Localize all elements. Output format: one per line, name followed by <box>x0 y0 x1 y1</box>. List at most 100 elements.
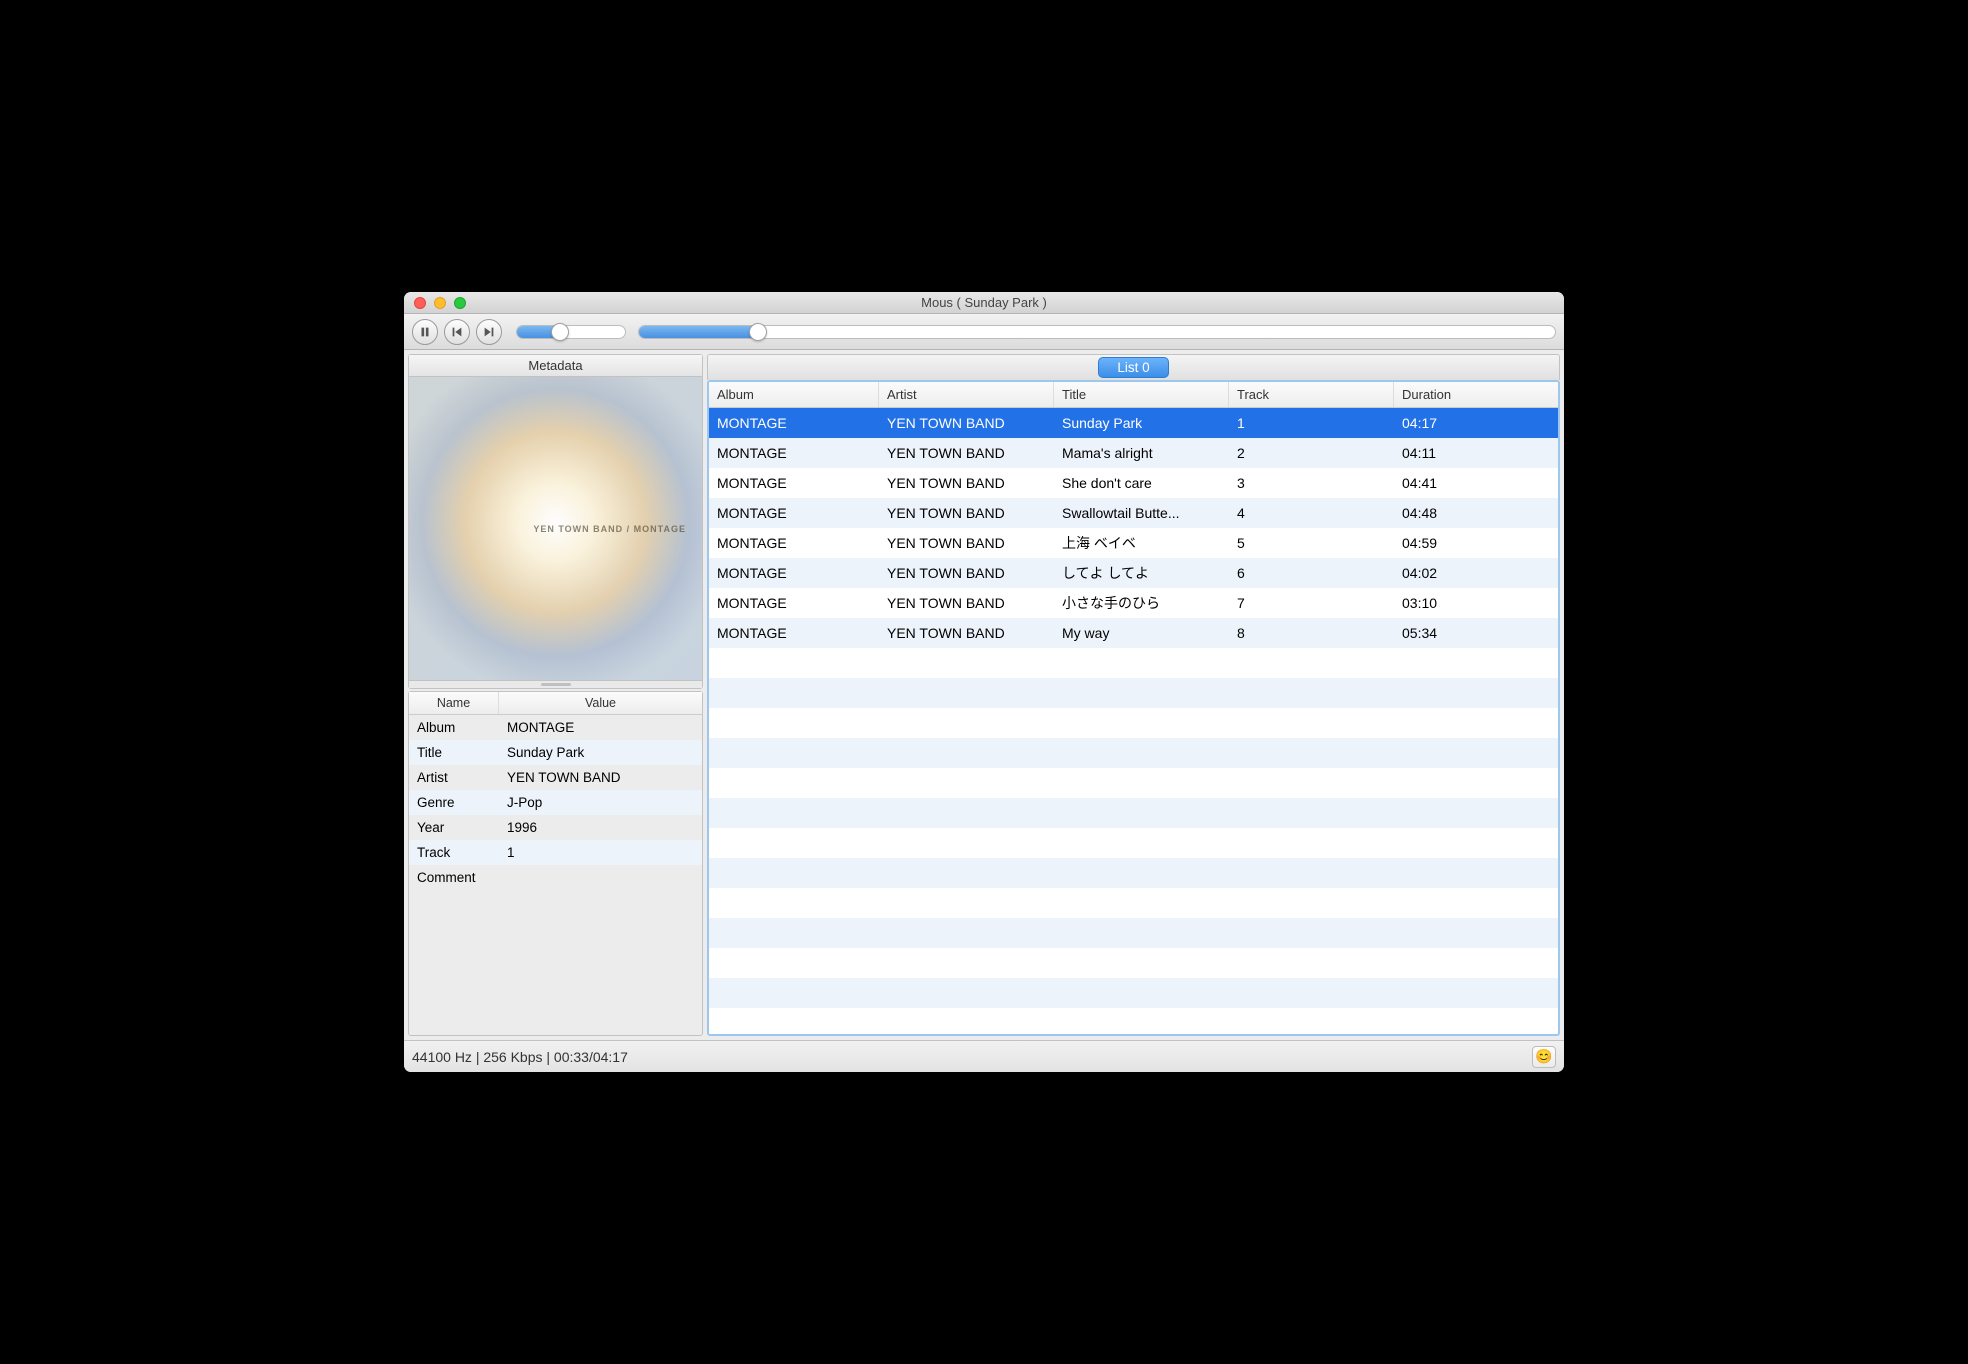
meta-cell-name: Year <box>409 815 499 840</box>
playlist-row <box>709 828 1558 858</box>
meta-row[interactable]: Track1 <box>409 840 702 865</box>
playlist-row[interactable]: MONTAGEYEN TOWN BANDしてよ してよ604:02 <box>709 558 1558 588</box>
meta-col-value[interactable]: Value <box>499 692 702 714</box>
cell-track: 7 <box>1229 595 1394 611</box>
col-title[interactable]: Title <box>1054 382 1229 407</box>
meta-cell-value: Sunday Park <box>499 740 702 765</box>
playlist-row[interactable]: MONTAGEYEN TOWN BAND上海 ベイベ504:59 <box>709 528 1558 558</box>
meta-cell-name: Comment <box>409 865 499 890</box>
cell-album: MONTAGE <box>709 505 879 521</box>
cell-track: 3 <box>1229 475 1394 491</box>
meta-cell-name: Title <box>409 740 499 765</box>
playlist-row <box>709 648 1558 678</box>
window-title: Mous ( Sunday Park ) <box>404 295 1564 310</box>
playlist-row[interactable]: MONTAGEYEN TOWN BANDMy way805:34 <box>709 618 1558 648</box>
meta-row[interactable]: ArtistYEN TOWN BAND <box>409 765 702 790</box>
cell-artist: YEN TOWN BAND <box>879 535 1054 551</box>
playlist-row[interactable]: MONTAGEYEN TOWN BAND小さな手のひら703:10 <box>709 588 1558 618</box>
zoom-icon[interactable] <box>454 297 466 309</box>
col-duration[interactable]: Duration <box>1394 382 1558 407</box>
playlist-row <box>709 738 1558 768</box>
cell-artist: YEN TOWN BAND <box>879 625 1054 641</box>
close-icon[interactable] <box>414 297 426 309</box>
meta-cell-value: 1 <box>499 840 702 865</box>
previous-button[interactable] <box>444 319 470 345</box>
meta-row[interactable]: GenreJ-Pop <box>409 790 702 815</box>
playlist-row <box>709 918 1558 948</box>
cell-title: Swallowtail Butte... <box>1054 505 1229 521</box>
meta-cell-value <box>499 865 702 890</box>
playlist-row <box>709 798 1558 828</box>
toolbar <box>404 314 1564 350</box>
cell-track: 8 <box>1229 625 1394 641</box>
statusbar: 44100 Hz | 256 Kbps | 00:33/04:17 😊 <box>404 1040 1564 1072</box>
cell-album: MONTAGE <box>709 565 879 581</box>
pause-button[interactable] <box>412 319 438 345</box>
cell-title: My way <box>1054 625 1229 641</box>
minimize-icon[interactable] <box>434 297 446 309</box>
playlist-row <box>709 678 1558 708</box>
meta-row[interactable]: AlbumMONTAGE <box>409 715 702 740</box>
col-artist[interactable]: Artist <box>879 382 1054 407</box>
cell-album: MONTAGE <box>709 445 879 461</box>
metadata-table: Name Value AlbumMONTAGETitleSunday ParkA… <box>408 691 703 1036</box>
meta-cell-name: Artist <box>409 765 499 790</box>
cell-duration: 04:59 <box>1394 535 1558 551</box>
cell-title: Sunday Park <box>1054 415 1229 431</box>
cell-track: 2 <box>1229 445 1394 461</box>
cell-duration: 04:41 <box>1394 475 1558 491</box>
cell-duration: 04:02 <box>1394 565 1558 581</box>
cell-album: MONTAGE <box>709 595 879 611</box>
meta-cell-value: YEN TOWN BAND <box>499 765 702 790</box>
volume-slider[interactable] <box>516 325 626 339</box>
album-art: YEN TOWN BAND / MONTAGE <box>409 377 702 680</box>
splitter-handle[interactable] <box>409 680 702 688</box>
cell-duration: 03:10 <box>1394 595 1558 611</box>
next-button[interactable] <box>476 319 502 345</box>
playlist-row[interactable]: MONTAGEYEN TOWN BANDSwallowtail Butte...… <box>709 498 1558 528</box>
cell-artist: YEN TOWN BAND <box>879 595 1054 611</box>
cell-duration: 04:48 <box>1394 505 1558 521</box>
meta-col-name[interactable]: Name <box>409 692 499 714</box>
col-track[interactable]: Track <box>1229 382 1394 407</box>
playlist-row <box>709 708 1558 738</box>
meta-cell-value: J-Pop <box>499 790 702 815</box>
cell-artist: YEN TOWN BAND <box>879 475 1054 491</box>
col-album[interactable]: Album <box>709 382 879 407</box>
progress-slider[interactable] <box>638 325 1556 339</box>
meta-row[interactable]: Comment <box>409 865 702 890</box>
tab-list-0[interactable]: List 0 <box>1098 357 1168 378</box>
cell-album: MONTAGE <box>709 625 879 641</box>
emoji-button[interactable]: 😊 <box>1532 1046 1556 1068</box>
playlist-row[interactable]: MONTAGEYEN TOWN BANDSunday Park104:17 <box>709 408 1558 438</box>
metadata-header: Metadata <box>409 355 702 377</box>
meta-cell-name: Genre <box>409 790 499 815</box>
cell-artist: YEN TOWN BAND <box>879 565 1054 581</box>
meta-cell-value: 1996 <box>499 815 702 840</box>
cell-artist: YEN TOWN BAND <box>879 505 1054 521</box>
meta-cell-name: Track <box>409 840 499 865</box>
album-art-text: YEN TOWN BAND / MONTAGE <box>533 524 686 534</box>
playlist-tabbar: List 0 <box>707 354 1560 380</box>
cell-track: 1 <box>1229 415 1394 431</box>
cell-artist: YEN TOWN BAND <box>879 445 1054 461</box>
playlist-row[interactable]: MONTAGEYEN TOWN BANDMama's alright204:11 <box>709 438 1558 468</box>
meta-cell-name: Album <box>409 715 499 740</box>
cell-duration: 04:11 <box>1394 445 1558 461</box>
playlist-row <box>709 948 1558 978</box>
cell-duration: 04:17 <box>1394 415 1558 431</box>
cell-album: MONTAGE <box>709 475 879 491</box>
cell-track: 5 <box>1229 535 1394 551</box>
meta-cell-value: MONTAGE <box>499 715 702 740</box>
meta-row[interactable]: Year1996 <box>409 815 702 840</box>
meta-row[interactable]: TitleSunday Park <box>409 740 702 765</box>
cell-title: Mama's alright <box>1054 445 1229 461</box>
cell-title: 小さな手のひら <box>1054 593 1229 613</box>
cell-album: MONTAGE <box>709 535 879 551</box>
playlist-row[interactable]: MONTAGEYEN TOWN BANDShe don't care304:41 <box>709 468 1558 498</box>
cell-title: 上海 ベイベ <box>1054 533 1229 553</box>
app-window: Mous ( Sunday Park ) Metadata YEN TOWN B… <box>404 292 1564 1072</box>
cell-album: MONTAGE <box>709 415 879 431</box>
cell-title: She don't care <box>1054 475 1229 491</box>
playlist-row <box>709 768 1558 798</box>
